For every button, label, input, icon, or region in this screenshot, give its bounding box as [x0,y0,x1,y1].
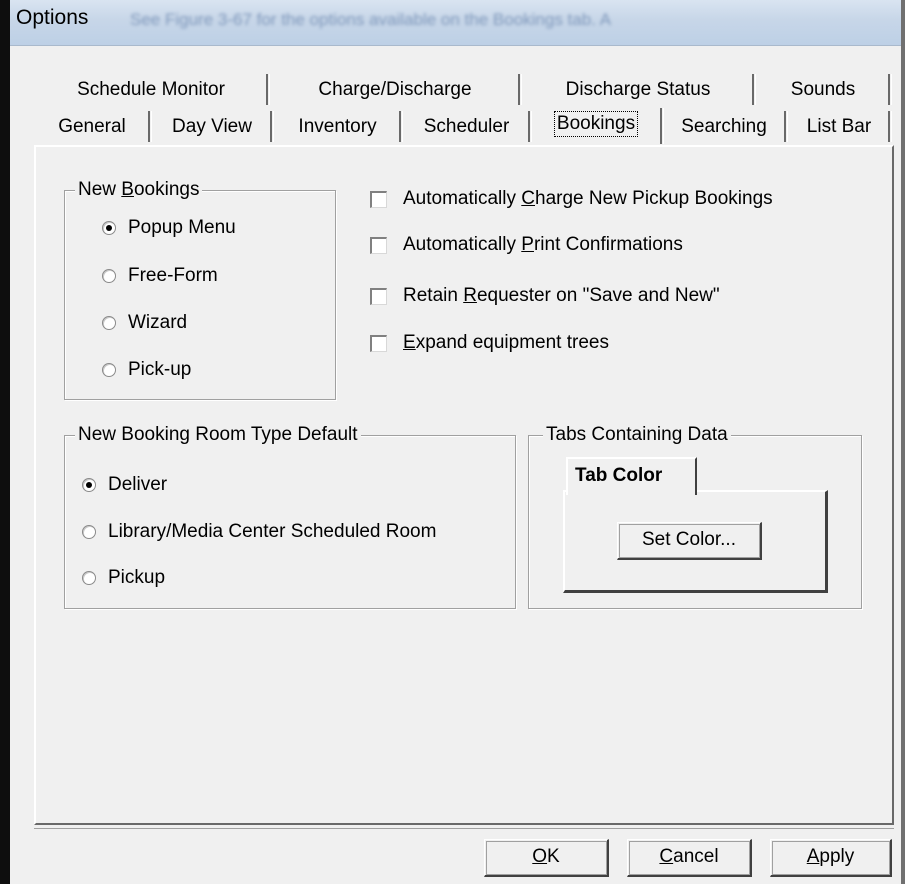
checkbox-label: Expand equipment trees [403,332,609,353]
radio-button[interactable] [82,571,96,585]
checkbox[interactable] [370,334,387,352]
tab-label: Bookings [553,111,639,137]
radio-button[interactable] [82,525,96,539]
tab-day-view[interactable]: Day View [154,111,274,142]
checkbox[interactable] [370,236,387,254]
checkbox-label: Automatically Print Confirmations [403,234,683,255]
checkbox-auto-charge-pickup[interactable]: Automatically Charge New Pickup Bookings [370,188,773,210]
tab-scheduler[interactable]: Scheduler [405,111,532,142]
set-color-button[interactable]: Set Color... [617,522,762,560]
tab-label: Discharge Status [565,79,711,100]
checkbox[interactable] [370,190,387,208]
ok-button[interactable]: OK [484,839,609,877]
tab-label: Charge/Discharge [318,79,472,100]
tab-label: Scheduler [423,116,510,137]
window-left-border [0,0,10,884]
radio-label: Pickup [108,567,166,588]
tab-discharge-status[interactable]: Discharge Status [524,74,756,105]
tab-inventory[interactable]: Inventory [276,111,403,142]
radio-label: Popup Menu [128,217,236,238]
checkbox-expand-equipment-trees[interactable]: Expand equipment trees [370,332,609,354]
radio-wizard[interactable]: Wizard [102,312,187,334]
tab-label: Searching [681,116,767,137]
tab-label: Sounds [790,79,856,100]
tab-color-tab[interactable]: Tab Color [566,457,697,495]
tab-bookings[interactable]: Bookings [532,108,664,144]
radio-label: Pick-up [128,359,192,380]
radio-label: Library/Media Center Scheduled Room [108,521,437,542]
tab-sounds[interactable]: Sounds [758,74,892,105]
radio-button[interactable] [82,478,96,492]
tab-label: List Bar [806,116,872,137]
radio-pickup[interactable]: Pickup [82,567,165,589]
tab-label: Day View [172,116,252,137]
bottom-separator [34,828,894,829]
checkbox-auto-print-confirmations[interactable]: Automatically Print Confirmations [370,234,683,256]
checkbox-retain-requester[interactable]: Retain Requester on "Save and New" [370,285,720,307]
window-right-border [901,0,905,884]
radio-button[interactable] [102,363,116,377]
tab-list-bar[interactable]: List Bar [790,111,892,142]
title-bar[interactable]: Options See Figure 3-67 for the options … [10,0,901,46]
group-title: Tabs Containing Data [543,424,731,446]
radio-label: Deliver [108,474,168,495]
radio-label: Free-Form [128,265,218,286]
tab-label: Schedule Monitor [77,79,225,100]
tab-label: General [58,116,126,137]
title-overlay-text: See Figure 3-67 for the options availabl… [130,10,612,29]
radio-label: Wizard [128,312,188,333]
radio-button[interactable] [102,269,116,283]
window-title: Options [16,6,89,29]
radio-button[interactable] [102,221,116,235]
group-title: New Bookings [75,179,203,201]
group-title: New Booking Room Type Default [75,424,361,446]
radio-popup-menu[interactable]: Popup Menu [102,217,236,239]
radio-free-form[interactable]: Free-Form [102,265,218,287]
tab-searching[interactable]: Searching [664,111,788,142]
radio-pick-up[interactable]: Pick-up [102,359,191,381]
radio-library-media-center[interactable]: Library/Media Center Scheduled Room [82,521,436,543]
tab-schedule-monitor[interactable]: Schedule Monitor [36,74,270,105]
cancel-button[interactable]: Cancel [627,839,752,877]
checkbox[interactable] [370,287,387,305]
checkbox-label: Retain Requester on "Save and New" [403,285,720,306]
checkbox-label: Automatically Charge New Pickup Bookings [403,188,773,209]
tab-charge-discharge[interactable]: Charge/Discharge [272,74,522,105]
tab-label: Inventory [298,116,377,137]
tab-general[interactable]: General [36,111,152,142]
radio-deliver[interactable]: Deliver [82,474,167,496]
apply-button[interactable]: Apply [770,839,892,877]
radio-button[interactable] [102,316,116,330]
